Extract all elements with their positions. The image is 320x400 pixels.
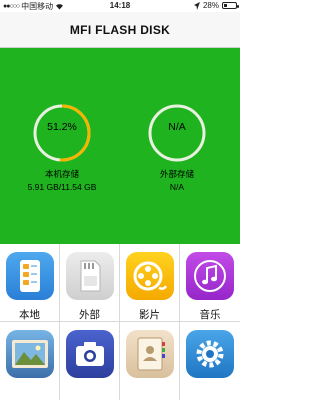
photo-album-icon [6, 330, 54, 378]
external-ring-track [148, 104, 206, 162]
external-storage-label: 外部存储 [159, 169, 194, 179]
local-files-icon [6, 252, 54, 300]
status-bar: ●●○○○ 中国移动 14:18 28% [0, 0, 240, 12]
local-storage-ring [33, 104, 91, 162]
local-storage-percent: 51.2% [47, 121, 77, 133]
battery-icon [222, 2, 239, 9]
battery-fill [224, 4, 228, 7]
grid-item-label: 影片 [139, 309, 160, 321]
storage-panel: 51.2% 本机存储 5.91 GB/11.54 GB N/A 外部存储 N/A [0, 48, 240, 244]
grid-item-external[interactable]: 外部 [60, 244, 120, 322]
nav-bar: MFI FLASH DISK [0, 12, 240, 48]
grid-item-camera[interactable] [60, 322, 120, 400]
music-note-icon [186, 252, 234, 300]
grid-item-label: 音乐 [199, 309, 221, 321]
grid-item-music[interactable]: 音乐 [180, 244, 240, 322]
status-right-group: 28% [193, 1, 239, 10]
grid-item-settings[interactable] [180, 322, 240, 400]
grid-item-local[interactable]: 本地 [0, 244, 60, 322]
grid-item-label: 本地 [19, 309, 40, 321]
camera-icon [66, 330, 114, 378]
battery-percent: 28% [202, 1, 219, 10]
grid-item-photos[interactable] [0, 322, 60, 400]
external-storage-percent: N/A [168, 121, 186, 133]
settings-gear-icon [186, 330, 234, 378]
contacts-book-icon [126, 330, 174, 378]
external-storage-gauge[interactable]: N/A 外部存储 N/A [137, 102, 217, 192]
function-grid: 本地 外部 影片 音乐 [0, 244, 240, 400]
page-title: MFI FLASH DISK [69, 23, 171, 37]
external-storage-detail: N/A [169, 182, 185, 192]
grid-item-video[interactable]: 影片 [120, 244, 180, 322]
sd-card-icon [66, 252, 114, 300]
location-icon [193, 1, 200, 10]
grid-item-label: 外部 [79, 309, 100, 321]
local-storage-gauge[interactable]: 51.2% 本机存储 5.91 GB/11.54 GB [22, 102, 102, 192]
local-storage-detail: 5.91 GB/11.54 GB [27, 182, 97, 192]
external-storage-ring [148, 104, 206, 162]
grid-item-contacts[interactable] [120, 322, 180, 400]
film-reel-icon [126, 252, 174, 300]
local-storage-label: 本机存储 [44, 169, 79, 179]
